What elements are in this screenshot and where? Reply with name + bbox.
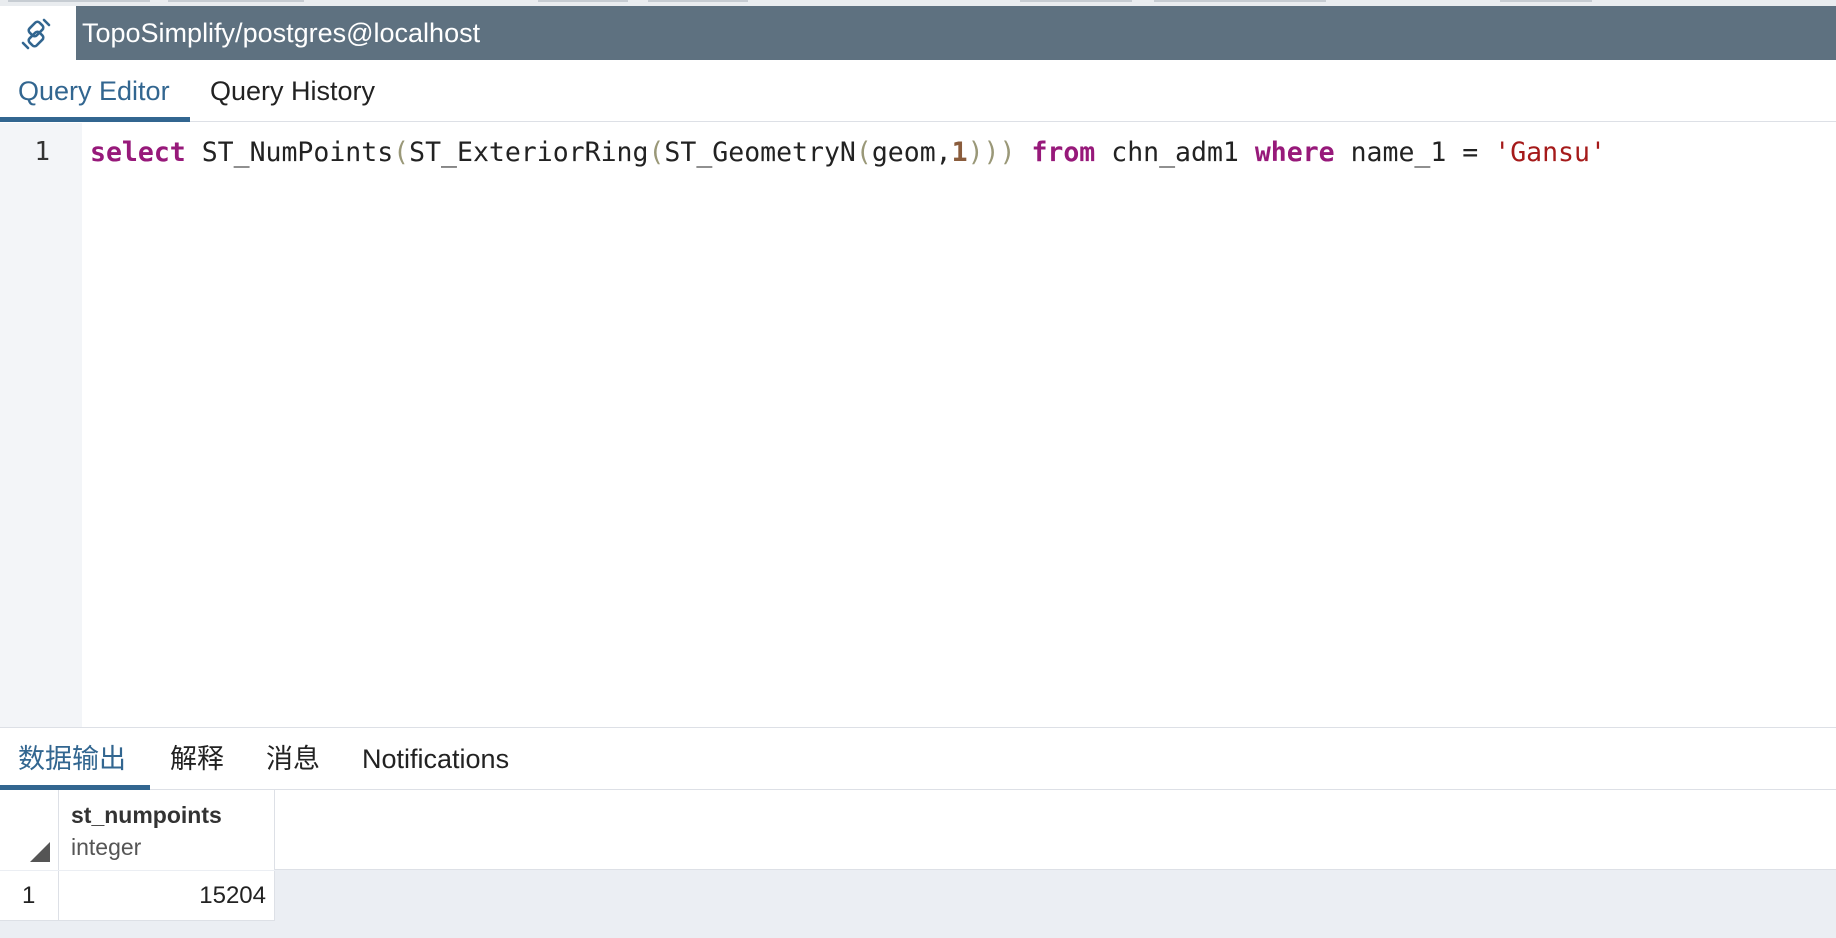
code-line[interactable]: select ST_NumPoints(ST_ExteriorRing(ST_G… (90, 137, 1836, 177)
string-literal: 'Gansu' (1494, 137, 1606, 168)
line-number-gutter: 1 (0, 123, 82, 727)
tab-explain[interactable]: 解释 (152, 728, 242, 790)
data-output-grid: st_numpoints integer 1 15204 (0, 790, 1836, 938)
function-st-exteriorring: ST_ExteriorRing (409, 137, 649, 168)
keyword-select: select (90, 137, 186, 168)
column-type-label: integer (71, 834, 142, 860)
paren-open: ( (855, 137, 872, 168)
result-tab-bar: 数据输出 解释 消息 Notifications (0, 728, 1836, 790)
number-literal: 1 (951, 137, 968, 168)
tab-notifications[interactable]: Notifications (344, 728, 527, 790)
function-st-geometryn: ST_GeometryN (664, 137, 856, 168)
select-all-icon (30, 842, 50, 862)
function-st-numpoints: ST_NumPoints (201, 137, 394, 168)
select-all-corner[interactable] (0, 790, 59, 870)
column-header[interactable]: st_numpoints integer (59, 790, 275, 870)
paren-close: ))) (967, 137, 1016, 168)
keyword-from: from (1031, 137, 1096, 168)
table-name: chn_adm1 (1111, 137, 1239, 168)
editor-tab-bar: Query Editor Query History (0, 60, 1836, 122)
connection-plug-icon[interactable] (12, 14, 60, 54)
connection-title: TopoSimplify/postgres@localhost (76, 6, 1836, 60)
tab-query-editor[interactable]: Query Editor (0, 60, 190, 122)
paren-open: ( (393, 137, 410, 168)
argument-geom: geom, (871, 137, 952, 168)
paren-open: ( (648, 137, 665, 168)
table-row: 1 15204 (0, 871, 275, 921)
column-name: name_1 (1350, 137, 1447, 168)
line-number: 1 (34, 137, 50, 167)
connection-header: TopoSimplify/postgres@localhost (0, 6, 1836, 60)
keyword-where: where (1254, 137, 1335, 168)
tab-messages[interactable]: 消息 (248, 728, 338, 790)
grid-header-row: st_numpoints integer (0, 790, 1836, 870)
row-number[interactable]: 1 (0, 871, 59, 921)
operator-equals: = (1462, 137, 1479, 168)
tab-data-output[interactable]: 数据输出 (0, 728, 150, 790)
column-name-label: st_numpoints (71, 802, 222, 828)
tab-query-history[interactable]: Query History (192, 60, 393, 122)
table-cell[interactable]: 15204 (59, 871, 275, 921)
sql-editor[interactable]: 1 select ST_NumPoints(ST_ExteriorRing(ST… (0, 123, 1836, 727)
